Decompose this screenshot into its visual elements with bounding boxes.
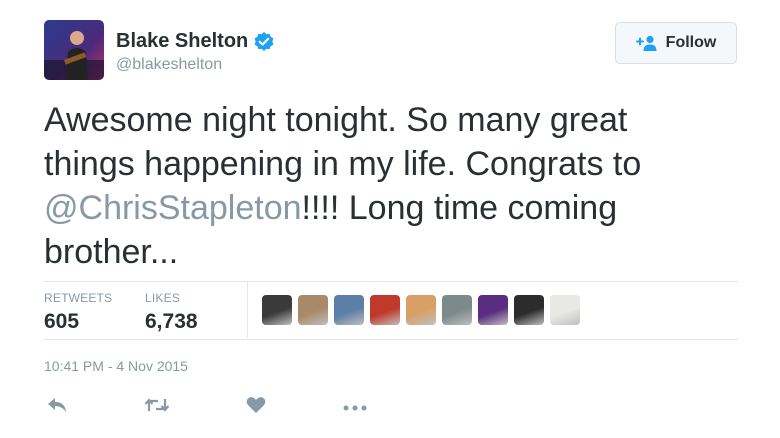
retweets-label: RETWEETS [44, 291, 113, 305]
more-icon [343, 398, 367, 416]
retweets-stat[interactable]: RETWEETS 605 [44, 291, 112, 334]
stats-divider [247, 282, 248, 338]
liker-avatar-9[interactable] [550, 295, 580, 325]
verified-badge-icon [253, 31, 275, 53]
liker-avatar-1[interactable] [262, 295, 292, 325]
liker-avatar-6[interactable] [442, 295, 472, 325]
avatar[interactable] [44, 20, 104, 80]
reply-button[interactable] [44, 396, 70, 418]
more-button[interactable] [342, 396, 368, 418]
liker-avatar-5[interactable] [406, 295, 436, 325]
display-name[interactable]: Blake Shelton [116, 30, 248, 53]
follow-label: Follow [665, 34, 717, 51]
likes-stat[interactable]: LIKES 6,738 [145, 291, 198, 334]
divider-middle [44, 339, 738, 340]
user-handle[interactable]: @blakeshelton [116, 56, 222, 74]
reply-icon [46, 396, 68, 419]
liker-avatar-8[interactable] [514, 295, 544, 325]
heart-icon [246, 396, 266, 419]
retweet-icon [144, 396, 170, 419]
add-user-icon [635, 35, 658, 51]
follow-button[interactable]: Follow [615, 22, 737, 64]
liker-avatar-7[interactable] [478, 295, 508, 325]
liker-avatar-2[interactable] [298, 295, 328, 325]
tweet-text-before: Awesome night tonight. So many great thi… [44, 101, 642, 183]
divider-top [44, 281, 738, 282]
likes-label: LIKES [145, 291, 181, 305]
liker-avatar-3[interactable] [334, 295, 364, 325]
retweets-count: 605 [44, 310, 80, 333]
liker-avatar-4[interactable] [370, 295, 400, 325]
likes-count: 6,738 [145, 310, 198, 333]
tweet-text: Awesome night tonight. So many great thi… [44, 98, 724, 274]
liker-avatars [262, 295, 586, 325]
retweet-button[interactable] [143, 396, 171, 418]
timestamp[interactable]: 10:41 PM - 4 Nov 2015 [44, 358, 188, 374]
like-button[interactable] [244, 396, 268, 418]
mention-link[interactable]: @ChrisStapleton [44, 189, 302, 227]
